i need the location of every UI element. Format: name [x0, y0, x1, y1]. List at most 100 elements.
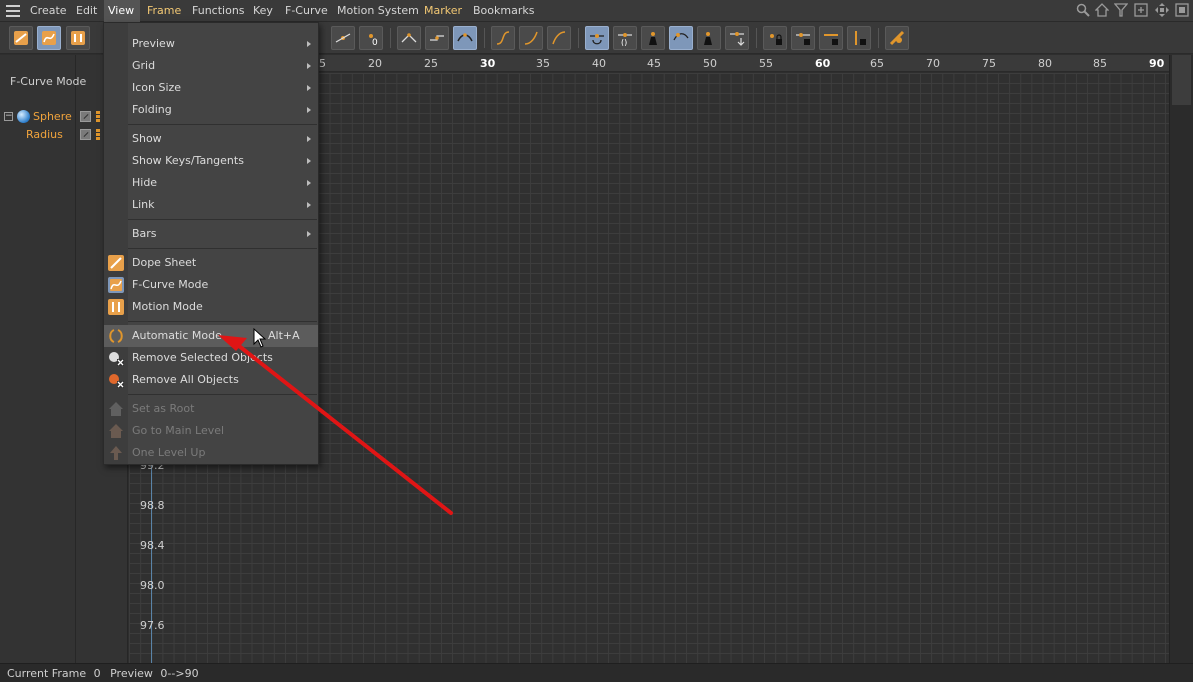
weight-icon: [649, 32, 657, 45]
remove-all-icon: [108, 372, 124, 388]
menu-item-f-curve-mode[interactable]: F-Curve Mode: [104, 274, 318, 296]
dope-sheet-icon: [108, 255, 124, 271]
scrollbar-thumb[interactable]: [1172, 55, 1191, 105]
expand-icon[interactable]: [1175, 3, 1189, 17]
lock-angle-icon: [824, 34, 838, 45]
menu-view[interactable]: View: [104, 0, 140, 22]
break-tangents-button[interactable]: [725, 26, 749, 50]
main-level-icon: [108, 423, 124, 439]
key-zero-angle-button[interactable]: [331, 26, 355, 50]
menu-item-set-as-root: Set as Root: [104, 398, 318, 420]
menu-item-automatic-mode[interactable]: Automatic Mode Alt+A: [104, 325, 318, 347]
hamburger-menu-icon[interactable]: [6, 5, 20, 17]
submenu-arrow-icon: [307, 158, 311, 164]
track-enable-checkbox[interactable]: [80, 129, 91, 140]
menu-edit[interactable]: Edit: [72, 0, 101, 22]
menu-item-show[interactable]: Show: [104, 128, 318, 150]
remove-overshoot-button[interactable]: [669, 26, 693, 50]
menu-functions[interactable]: Functions: [188, 0, 249, 22]
track-keys-indicator: [96, 129, 100, 141]
menu-marker[interactable]: Marker: [420, 0, 466, 22]
track-enable-checkbox[interactable]: [80, 111, 91, 122]
menu-key[interactable]: Key: [249, 0, 277, 22]
svg-text:(): (): [621, 38, 627, 46]
menu-motion-system[interactable]: Motion System: [333, 0, 423, 22]
lock-time-button[interactable]: [763, 26, 787, 50]
menu-item-dope-sheet[interactable]: Dope Sheet: [104, 252, 318, 274]
ruler-tick: 50: [703, 57, 717, 70]
key-zero-length-button[interactable]: 0: [359, 26, 383, 50]
set-root-icon: [108, 401, 124, 417]
menu-f-curve[interactable]: F-Curve: [281, 0, 332, 22]
home-icon[interactable]: [1094, 3, 1110, 17]
f-curve-mode-icon: [108, 277, 124, 293]
ruler-tick: 20: [368, 57, 382, 70]
clamp-icon: (): [618, 33, 632, 46]
interp-linear-button[interactable]: [397, 26, 421, 50]
current-frame-label: Current Frame: [7, 667, 87, 680]
lock-value-button[interactable]: [791, 26, 815, 50]
menu-item-motion-mode[interactable]: Motion Mode: [104, 296, 318, 318]
zero-angle-icon: [335, 33, 351, 43]
menu-item-bars[interactable]: Bars: [104, 223, 318, 245]
menu-item-preview[interactable]: Preview: [104, 33, 318, 55]
f-curve-mode-button[interactable]: [37, 26, 61, 50]
menu-item-hide[interactable]: Hide: [104, 172, 318, 194]
interp-spline-button[interactable]: [453, 26, 477, 50]
mode-label: F-Curve Mode: [10, 75, 87, 88]
menu-item-go-to-main-level: Go to Main Level: [104, 420, 318, 442]
tree-label-radius: Radius: [26, 128, 63, 141]
menu-bookmarks[interactable]: Bookmarks: [469, 0, 538, 22]
weighted-tangent-button[interactable]: [641, 26, 665, 50]
lock-tangent-angle-button[interactable]: [819, 26, 843, 50]
menu-frame[interactable]: Frame: [143, 0, 185, 22]
motion-mode-icon: [71, 31, 85, 45]
ease-ease-button[interactable]: [491, 26, 515, 50]
lock-tangent-length-button[interactable]: [847, 26, 871, 50]
clamp-button[interactable]: (): [613, 26, 637, 50]
y-axis-label: 98.4: [140, 539, 165, 552]
spline-icon: [457, 33, 473, 42]
menu-item-link[interactable]: Link: [104, 194, 318, 216]
lock-length-icon: [855, 31, 866, 45]
level-up-icon: [108, 445, 124, 461]
ruler-tick: 30: [480, 57, 496, 70]
ruler-tick: 65: [870, 57, 884, 70]
search-icon[interactable]: [1076, 3, 1090, 17]
auto-tangents-button[interactable]: [585, 26, 609, 50]
menu-item-grid[interactable]: Grid: [104, 55, 318, 77]
submenu-arrow-icon: [307, 136, 311, 142]
mouse-cursor-icon: [253, 327, 267, 351]
menu-item-icon-size[interactable]: Icon Size: [104, 77, 318, 99]
ruler-tick: 5: [319, 57, 326, 70]
weight-break-icon: [704, 32, 712, 45]
weighted-break-button[interactable]: [697, 26, 721, 50]
ruler-tick: 75: [982, 57, 996, 70]
ease-in-icon: [524, 31, 538, 45]
menu-item-remove-all-objects[interactable]: Remove All Objects: [104, 369, 318, 391]
vertical-scrollbar[interactable]: [1169, 55, 1193, 663]
ruler-tick: 25: [424, 57, 438, 70]
interp-step-button[interactable]: [425, 26, 449, 50]
motion-mode-button[interactable]: [66, 26, 90, 50]
dope-sheet-mode-button[interactable]: [9, 26, 33, 50]
mute-button[interactable]: [885, 26, 909, 50]
new-window-icon[interactable]: [1134, 3, 1148, 17]
menu-create[interactable]: Create: [26, 0, 71, 22]
current-frame-value: 0: [93, 667, 101, 680]
menu-item-remove-selected-objects[interactable]: Remove Selected Objects: [104, 347, 318, 369]
overshoot-icon: [673, 33, 689, 41]
y-axis-label: 98.8: [140, 499, 165, 512]
menu-item-folding[interactable]: Folding: [104, 99, 318, 121]
y-axis-label: 98.0: [140, 579, 165, 592]
ease-in-button[interactable]: [519, 26, 543, 50]
ease-out-button[interactable]: [547, 26, 571, 50]
ruler-tick: 45: [647, 57, 661, 70]
ruler-tick: 55: [759, 57, 773, 70]
collapse-icon[interactable]: −: [4, 112, 13, 121]
submenu-arrow-icon: [307, 85, 311, 91]
move-icon[interactable]: [1155, 3, 1169, 17]
menu-item-show-keys-tangents[interactable]: Show Keys/Tangents: [104, 150, 318, 172]
step-icon: [430, 35, 444, 41]
filter-icon[interactable]: [1113, 3, 1129, 17]
